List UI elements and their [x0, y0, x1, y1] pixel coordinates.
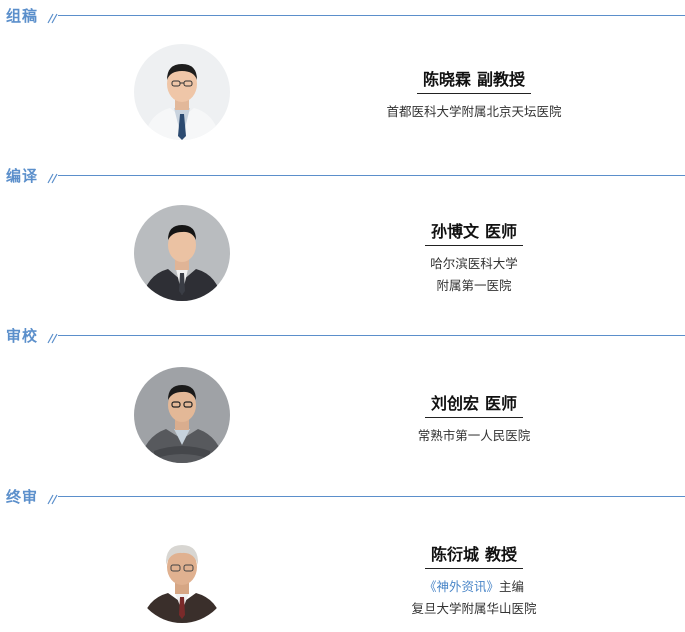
double-slash-icon: [47, 494, 58, 505]
name-underline: 陈衍城 教授: [424, 541, 524, 569]
section-heading: 编译: [6, 167, 39, 185]
double-slash-icon: [47, 173, 58, 184]
person-name: 陈晓霖: [422, 70, 471, 89]
affiliation-line: 常熟市第一人民医院: [417, 428, 531, 443]
section-header: 审校: [0, 324, 685, 348]
person-title: 教授: [485, 545, 518, 564]
affiliation-line: 复旦大学附属华山医院: [411, 601, 537, 616]
affiliation-line: 附属第一医院: [436, 278, 512, 293]
person-name: 刘创宏: [430, 394, 479, 413]
section-header: 终审: [0, 485, 685, 509]
section-header: 组稿: [0, 4, 685, 28]
name-underline: 刘创宏 医师: [424, 390, 524, 418]
section-divider: [58, 335, 685, 336]
credits-page: 组稿 陈晓霖 副教授 首都医科大学附属北京天坛医院 编译 孙博文 医师 哈尔滨医…: [0, 0, 685, 632]
avatar-translator: [134, 205, 230, 301]
section-divider: [58, 15, 685, 16]
name-underline: 陈晓霖 副教授: [416, 66, 532, 94]
affiliation-line: 首都医科大学附属北京天坛医院: [386, 104, 562, 119]
section-heading: 审校: [6, 327, 39, 345]
person-name: 孙博文: [430, 222, 479, 241]
avatar-reviewer: [134, 367, 230, 463]
double-slash-icon: [47, 333, 58, 344]
person-name: 陈衍城: [430, 545, 479, 564]
affiliation-line: 哈尔滨医科大学: [430, 256, 518, 271]
person-title: 医师: [485, 222, 518, 241]
person-title: 医师: [485, 394, 518, 413]
name-underline: 孙博文 医师: [424, 218, 524, 246]
section-divider: [58, 175, 685, 176]
avatar-final-reviewer: [134, 527, 230, 623]
person-info-final-reviewer: 陈衍城 教授 《神外资讯》主编 复旦大学附属华山医院: [372, 541, 576, 620]
journal-name: 《神外资讯》: [423, 579, 499, 594]
section-heading: 终审: [6, 488, 39, 506]
journal-role: 主编: [499, 579, 525, 594]
person-info-reviewer: 刘创宏 医师 常熟市第一人民医院: [372, 390, 576, 447]
double-slash-icon: [47, 13, 58, 24]
section-heading: 组稿: [6, 7, 39, 25]
section-header: 编译: [0, 164, 685, 188]
journal-line: 《神外资讯》主编: [372, 576, 576, 598]
person-info-translator: 孙博文 医师 哈尔滨医科大学 附属第一医院: [372, 218, 576, 297]
person-title: 副教授: [477, 70, 526, 89]
avatar-organizer: [134, 44, 230, 140]
person-info-organizer: 陈晓霖 副教授 首都医科大学附属北京天坛医院: [372, 66, 576, 123]
section-divider: [58, 496, 685, 497]
